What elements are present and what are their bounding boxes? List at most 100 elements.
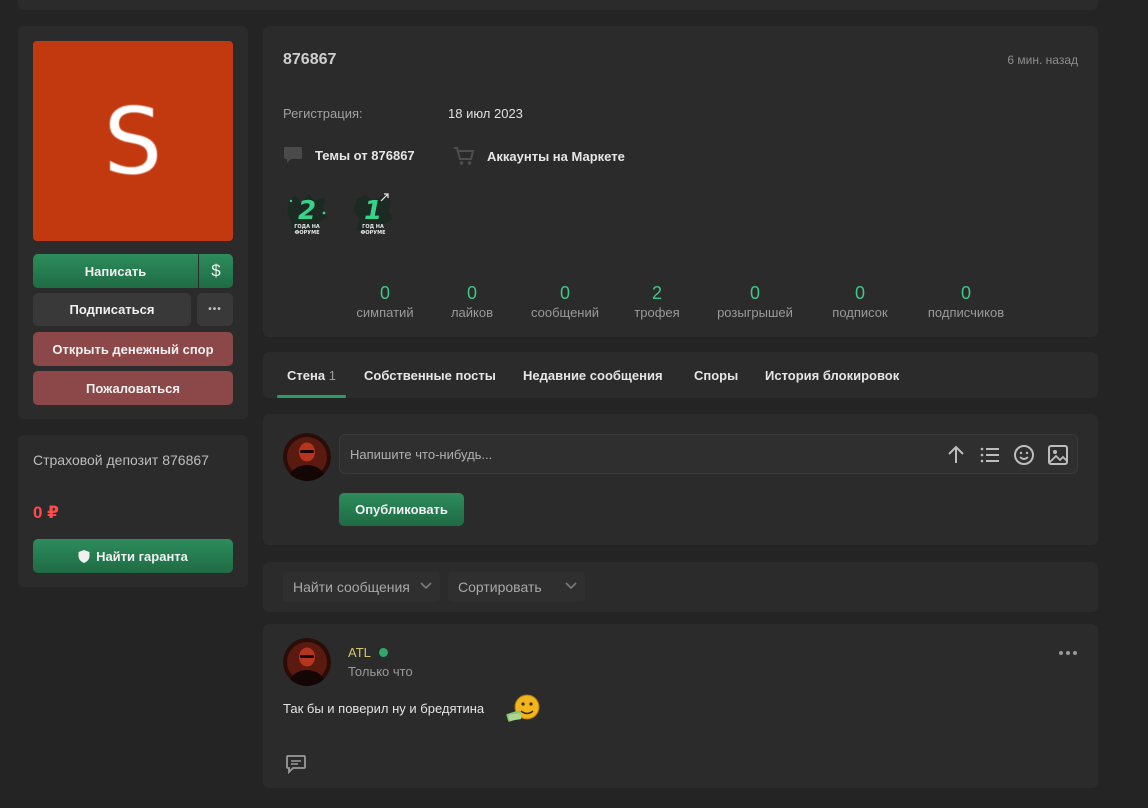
wall-post: ATL Только что Так бы и поверил ну и бре… (263, 624, 1098, 788)
tab-ban-history[interactable]: История блокировок (765, 368, 899, 383)
open-dispute-label: Открыть денежный спор (52, 341, 214, 357)
tab-wall[interactable]: Стена 1 (287, 368, 336, 383)
post-more-icon[interactable] (1058, 650, 1078, 656)
trophy-1-caption-bottom: ФОРУМЕ (294, 230, 320, 236)
active-tab-indicator (277, 395, 346, 398)
publish-label: Опубликовать (355, 502, 448, 517)
shield-icon (78, 549, 90, 563)
composer-input-box (339, 434, 1078, 474)
avatar-letter: S (103, 87, 163, 195)
report-label: Пожаловаться (86, 380, 180, 396)
deposit-title: Страховой депозит 876867 (33, 452, 209, 468)
find-messages-dropdown[interactable]: Найти сообщения (283, 572, 440, 602)
subscribe-label: Подписаться (69, 302, 155, 317)
stat-value: 0 (749, 283, 761, 303)
trophy-one-year-icon[interactable]: 1 ГОД НА ФОРУМЕ (351, 191, 395, 239)
stat-subscribers[interactable]: 0 подписчиков (928, 282, 1004, 322)
post-author-avatar[interactable] (283, 638, 331, 686)
dollar-icon: $ (211, 261, 221, 280)
insurance-deposit-card: Страховой депозит 876867 0 ₽ Найти гаран… (18, 435, 248, 587)
trophy-2-number: 1 (364, 196, 382, 226)
arrow-up-icon[interactable] (945, 444, 967, 466)
stat-label: трофея (634, 305, 680, 320)
post-author-name[interactable]: ATL (348, 645, 371, 660)
find-guarantor-label: Найти гаранта (96, 548, 188, 564)
open-dispute-button[interactable]: Открыть денежный спор (33, 332, 233, 366)
top-panel-edge (18, 0, 1098, 10)
online-status-dot (379, 648, 388, 657)
chevron-down-icon (420, 582, 432, 590)
post-filters: Найти сообщения Сортировать (263, 562, 1098, 612)
stat-label: симпатий (356, 305, 414, 320)
wall-post-composer: Опубликовать (263, 414, 1098, 545)
chat-bubble-icon (284, 147, 302, 163)
stat-value: 0 (960, 283, 972, 303)
registration-label: Регистрация: (283, 106, 363, 121)
profile-tabs: Стена 1 Собственные посты Недавние сообщ… (263, 352, 1098, 398)
registration-date: 18 июл 2023 (448, 106, 523, 121)
tab-ban-history-label: История блокировок (765, 368, 900, 383)
stat-value: 0 (854, 283, 865, 303)
profile-info-card: 876867 6 мин. назад Регистрация: 18 июл … (263, 26, 1098, 337)
stat-value: 2 (651, 283, 663, 303)
market-accounts-label: Аккаунты на Маркете (487, 148, 625, 164)
deposit-amount: 0 ₽ (33, 503, 60, 522)
trophy-1-number: 2 (298, 196, 316, 226)
stat-sympathies[interactable]: 0 симпатий (356, 282, 413, 322)
smiley-icon[interactable] (1013, 444, 1035, 466)
trophy-2-caption-bottom: ФОРУМЕ (360, 230, 386, 236)
sort-dropdown[interactable]: Сортировать (448, 572, 585, 602)
stat-label: подписчиков (927, 305, 1005, 320)
chevron-down-icon (565, 582, 577, 590)
report-button[interactable]: Пожаловаться (33, 371, 233, 405)
trophy-two-years-icon[interactable]: 2 ГОДА НА ФОРУМЕ (285, 191, 329, 239)
post-timestamp[interactable]: Только что (348, 664, 413, 679)
cart-icon (454, 147, 475, 165)
publish-button[interactable]: Опубликовать (339, 493, 464, 526)
stat-giveaways[interactable]: 0 розыгрышей (717, 282, 793, 322)
more-dots-icon: ••• (208, 304, 222, 315)
current-user-avatar[interactable] (283, 433, 331, 481)
tab-recent-messages-label: Недавние сообщения (523, 368, 663, 383)
last-seen-time: 6 мин. назад (1007, 53, 1078, 67)
find-guarantor-button[interactable]: Найти гаранта (33, 539, 233, 573)
image-icon[interactable] (1047, 444, 1069, 466)
stat-label: лайков (450, 305, 494, 320)
stat-label: подписок (832, 305, 888, 320)
profile-sidebar-card: S Написать $ Подписаться ••• Открыть ден… (18, 26, 248, 419)
profile-stats: 0 симпатий 0 лайков 0 сообщений 2 трофея… (263, 282, 1098, 322)
wall-post-input[interactable] (350, 435, 930, 473)
market-accounts-link[interactable]: Аккаунты на Маркете (453, 146, 625, 166)
post-text: Так бы и поверил ну и бредятина (283, 701, 485, 716)
stat-label: сообщений (530, 305, 600, 320)
tab-own-posts-label: Собственные посты (364, 368, 496, 383)
stat-messages[interactable]: 0 сообщений (531, 282, 599, 322)
stat-label: розыгрышей (717, 305, 793, 320)
user-topics-link[interactable]: Темы от 876867 (283, 146, 415, 164)
more-actions-button[interactable]: ••• (197, 293, 233, 326)
stat-subscriptions[interactable]: 0 подписок (832, 282, 887, 322)
tab-recent-messages[interactable]: Недавние сообщения (523, 368, 663, 383)
profile-username: 876867 (283, 51, 337, 68)
tab-disputes[interactable]: Споры (694, 368, 738, 383)
list-icon[interactable] (979, 444, 1001, 466)
comment-icon[interactable] (285, 754, 307, 774)
tab-disputes-label: Споры (694, 368, 739, 383)
stat-trophies[interactable]: 2 трофея (634, 282, 679, 322)
sort-label: Сортировать (458, 579, 542, 595)
profile-avatar[interactable]: S (33, 41, 233, 241)
write-message-button[interactable]: Написать (33, 254, 198, 288)
stat-value: 0 (379, 283, 391, 303)
user-topics-label: Темы от 876867 (315, 147, 415, 163)
subscribe-button[interactable]: Подписаться (33, 293, 191, 326)
stat-likes[interactable]: 0 лайков (451, 282, 493, 322)
money-smiley-icon (506, 694, 540, 722)
find-messages-label: Найти сообщения (293, 579, 410, 595)
tab-own-posts[interactable]: Собственные посты (364, 368, 496, 383)
tab-wall-label: Стена (287, 368, 326, 383)
stat-value: 0 (559, 283, 571, 303)
money-transfer-button[interactable]: $ (199, 254, 233, 288)
write-message-label: Написать (84, 263, 147, 279)
stat-value: 0 (466, 283, 478, 303)
tab-wall-count: 1 (328, 368, 336, 383)
